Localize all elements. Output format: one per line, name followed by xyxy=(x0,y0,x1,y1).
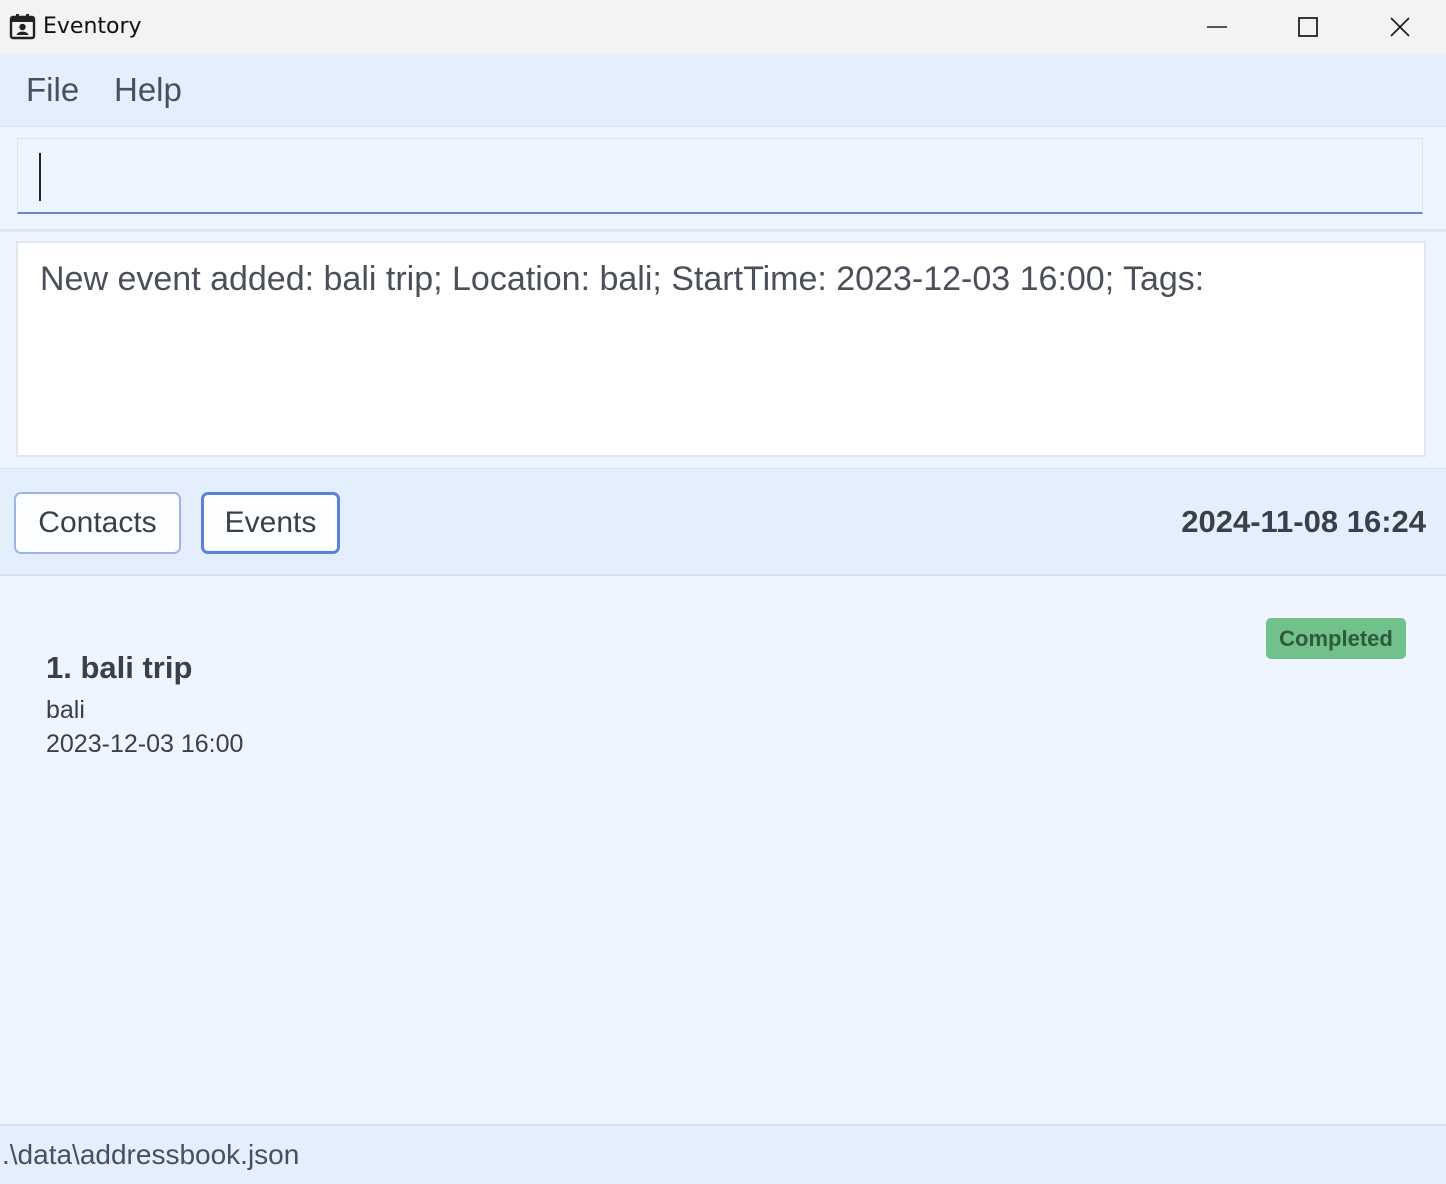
view-toolbar: Contacts Events 2024-11-08 16:24 xyxy=(0,468,1446,576)
data-file-path: .\data\addressbook.json xyxy=(2,1139,300,1170)
event-location: bali xyxy=(46,696,85,724)
window-title: Eventory xyxy=(43,14,142,39)
minimize-icon xyxy=(1207,26,1227,28)
result-message: New event added: bali trip; Location: ba… xyxy=(40,260,1205,298)
list-item[interactable]: 1. bali trip bali 2023-12-03 16:00 Compl… xyxy=(0,577,1446,777)
command-area xyxy=(0,127,1446,232)
tab-events[interactable]: Events xyxy=(201,492,340,554)
menu-file[interactable]: File xyxy=(26,70,79,110)
text-caret xyxy=(39,153,41,201)
event-list[interactable]: 1. bali trip bali 2023-12-03 16:00 Compl… xyxy=(0,577,1446,1124)
title-bar: Eventory xyxy=(0,0,1446,54)
event-start-time: 2023-12-03 16:00 xyxy=(46,730,244,758)
maximize-button[interactable] xyxy=(1262,0,1354,54)
command-input[interactable] xyxy=(18,139,1422,212)
event-title: 1. bali trip xyxy=(46,650,193,685)
calendar-contact-icon xyxy=(9,13,36,40)
maximize-icon xyxy=(1298,17,1318,37)
menu-bar: File Help xyxy=(0,54,1446,127)
status-badge: Completed xyxy=(1266,618,1406,659)
tab-contacts[interactable]: Contacts xyxy=(14,492,181,554)
close-icon xyxy=(1390,17,1410,37)
menu-help[interactable]: Help xyxy=(114,70,182,110)
close-button[interactable] xyxy=(1354,0,1446,54)
minimize-button[interactable] xyxy=(1171,0,1263,54)
status-bar: .\data\addressbook.json xyxy=(0,1124,1446,1184)
command-box[interactable] xyxy=(17,138,1423,214)
result-display: New event added: bali trip; Location: ba… xyxy=(16,241,1426,457)
current-datetime: 2024-11-08 16:24 xyxy=(1181,504,1426,539)
